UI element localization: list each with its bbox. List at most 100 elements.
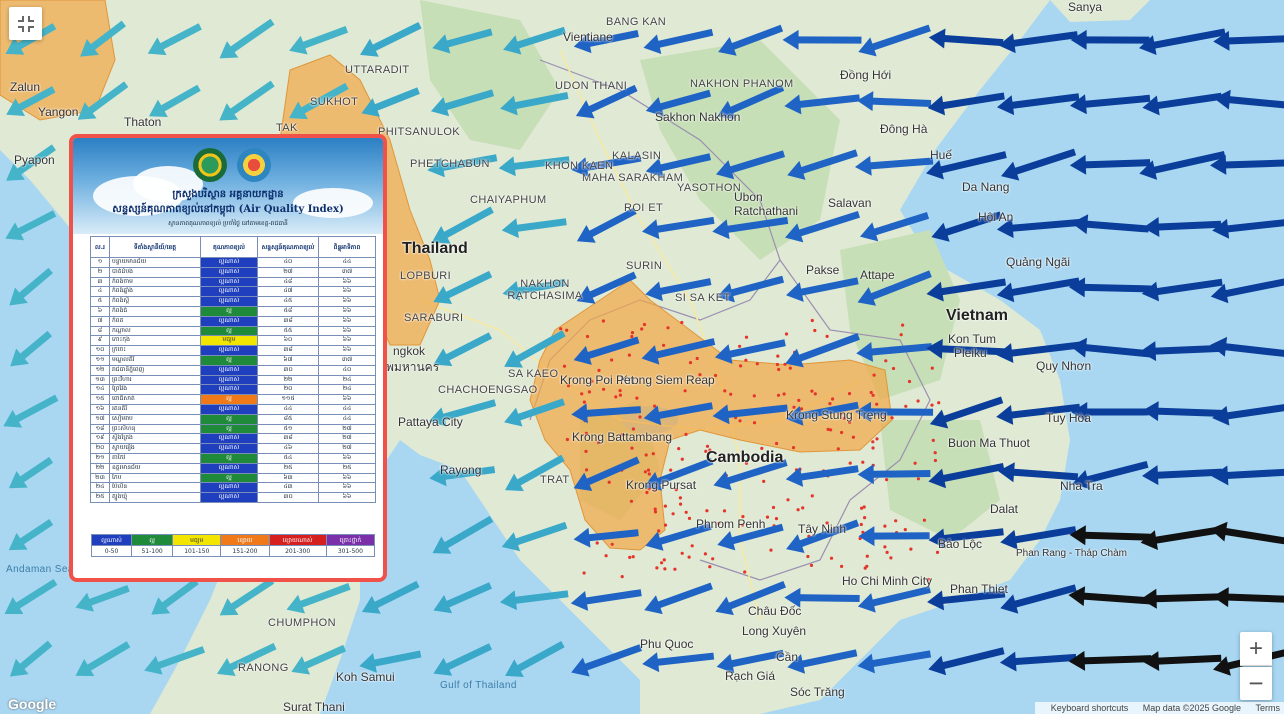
fire-hotspot-marker — [869, 390, 873, 395]
aqi-level-badge: ល្អណាស់ — [201, 444, 257, 453]
score-cell: ៦៦ — [318, 335, 376, 347]
fire-hotspot-marker — [744, 358, 748, 362]
aqi-value-cell: ៥៥ — [257, 325, 319, 337]
fire-hotspot-marker — [916, 399, 920, 403]
province-cell: កំពង់ធំ — [109, 305, 201, 317]
aqi-value-cell: ៣៨ — [257, 345, 319, 356]
terms-link[interactable]: Terms — [1256, 703, 1281, 713]
table-row: ១១ មណ្ឌលគិរី ល្អ ៦៧ ៣៧ — [90, 354, 376, 366]
panel-subtitle: ស្ថានភាពគុណភាពខ្យល់ ប្រចាំថ្ងៃ នៅតាមខេត្… — [168, 220, 288, 227]
table-row: ១បន្ទាយមានជ័យ ល្អណាស់ ៤០ ៤៤ — [90, 257, 376, 268]
city-label-attapeu: Attape — [860, 268, 895, 282]
fire-hotspot-marker — [673, 567, 677, 571]
aqi-level-cell: មធ្យម — [200, 335, 258, 347]
table-row: ១៩ ស្ទឹងត្រែង ល្អណាស់ ៣៨ ២៧ — [90, 433, 376, 445]
province-cell: មណ្ឌលគិរី — [109, 354, 201, 366]
city-label-pyapon: Pyapon — [14, 153, 55, 167]
city-label-chau-doc: Châu Đốc — [748, 604, 802, 618]
fire-hotspot-marker — [604, 554, 608, 558]
fire-hotspot-marker — [565, 328, 569, 332]
fire-hotspot-marker — [889, 556, 893, 560]
score-cell: ២៤ — [318, 384, 376, 396]
row-number-cell: ១២ — [90, 364, 110, 376]
column-header: ល.រ — [90, 236, 110, 258]
city-label-dalat: Dalat — [990, 502, 1019, 516]
city-label-phan-thiet: Phan Thiet — [950, 582, 1008, 596]
legend-swatch: ល្អណាស់ — [90, 534, 133, 546]
column-header: គុណភាពខ្យល់ — [200, 236, 258, 258]
legend-swatch-row: ល្អណាស់ ល្អ មធ្យម ខ្សោយ ខ្សោយណាស់ គ្រោះថ្នាក់ — [90, 534, 376, 546]
fullscreen-exit-button[interactable] — [9, 7, 42, 40]
aqi-level-cell: ល្អណាស់ — [200, 462, 258, 474]
score-cell: ២៧ — [318, 423, 376, 435]
aqi-level-cell: ល្អ — [200, 452, 258, 464]
city-label-can-tho: Cần — [776, 650, 799, 664]
fire-hotspot-marker — [777, 367, 781, 372]
province-cell: ស្វាយរៀង — [109, 443, 201, 454]
zoom-out-button[interactable]: − — [1240, 667, 1272, 700]
zoom-in-button[interactable]: + — [1240, 632, 1272, 666]
city-label-da-nang: Da Nang — [962, 180, 1010, 194]
row-number-cell: ១៩ — [90, 433, 110, 445]
fire-hotspot-marker — [872, 373, 876, 377]
fire-hotspot-marker — [937, 401, 941, 405]
row-number-cell: ៥ — [90, 296, 110, 307]
fire-hotspot-marker — [931, 438, 935, 442]
fire-hotspot-marker — [582, 571, 586, 575]
fire-hotspot-marker — [644, 453, 648, 457]
aqi-level-cell: ល្អ — [200, 423, 258, 435]
fire-hotspot-marker — [825, 334, 829, 338]
fire-hotspot-marker — [933, 451, 937, 455]
table-row: ១៨ ព្រះសីហនុ ល្អ ៥១ ២៧ — [90, 423, 376, 435]
fire-hotspot-marker — [782, 392, 786, 396]
table-row: ១៧ សៀមរាប ល្អ ៨៥ ៤៤ — [90, 413, 376, 425]
column-header: សន្ទស្សន៍គុណភាពខ្យល់ — [257, 236, 319, 258]
fire-hotspot-marker — [630, 334, 634, 339]
fire-hotspot-marker — [883, 545, 887, 549]
fire-hotspot-marker — [809, 563, 814, 568]
fire-hotspot-marker — [595, 541, 599, 545]
fire-hotspot-marker — [614, 395, 618, 399]
city-label-kon-tum: Kon Tum — [948, 332, 997, 346]
fire-hotspot-marker — [607, 480, 611, 484]
aqi-level-cell: ល្អ — [200, 472, 258, 484]
score-cell: ៤៤ — [318, 413, 376, 425]
fire-hotspot-marker — [663, 504, 668, 508]
aqi-level-badge: មធ្យម — [201, 336, 257, 345]
row-number-cell: ១៣ — [90, 374, 110, 386]
city-label-rach-gia: Rạch Giá — [725, 669, 776, 683]
place-label-yasothon: YASOTHON — [677, 182, 742, 194]
keyboard-shortcuts-link[interactable]: Keyboard shortcuts — [1051, 703, 1129, 713]
legend-swatch: ល្អ — [131, 534, 174, 546]
province-cell: សៀមរាប — [109, 413, 201, 425]
fire-hotspot-marker — [738, 344, 742, 348]
legend-swatch: ខ្សោយណាស់ — [268, 534, 327, 546]
score-cell: ៣៧ — [318, 354, 376, 366]
fire-hotspot-marker — [601, 319, 606, 323]
table-row: ៣កំពង់ចាម ល្អណាស់ ៤៨ ៦៦ — [90, 276, 376, 288]
aqi-level-cell: ល្អណាស់ — [200, 266, 258, 278]
aqi-value-cell: ៤៥ — [257, 296, 319, 307]
score-cell: ៦៦ — [318, 452, 376, 464]
aqi-info-panel[interactable]: ក្រសួងបរិស្ថាន អគ្គនាយកដ្ឋាន សន្ទស្សន៍គុ… — [69, 134, 387, 582]
city-label-sakhon: Sakhon Nakhon — [655, 110, 741, 124]
score-cell: ៦៦ — [318, 305, 376, 317]
fire-hotspot-marker — [774, 517, 779, 521]
province-cell: ត្បូងឃ្មុំ — [109, 492, 201, 503]
row-number-cell: ៩ — [90, 335, 110, 347]
score-cell: ២៥ — [318, 462, 376, 474]
fire-hotspot-marker — [810, 318, 814, 323]
row-number-cell: ២១ — [90, 452, 110, 464]
google-logo: Google — [8, 696, 57, 712]
fire-hotspot-marker — [875, 437, 879, 441]
department-logo — [237, 148, 271, 182]
fire-hotspot-marker — [738, 419, 742, 423]
aqi-level-badge: ល្អ — [201, 415, 257, 424]
city-label-battambang: Krong Battambang — [572, 430, 673, 444]
fire-hotspot-marker — [771, 505, 776, 510]
fire-hotspot-marker — [705, 509, 709, 513]
aqi-value-cell: ១១៥ — [257, 394, 319, 405]
aqi-level-badge: ល្អណាស់ — [201, 287, 257, 296]
aqi-level-badge: ល្អ — [201, 327, 257, 335]
table-row: ២០ ស្វាយរៀង ល្អណាស់ ៤៦ ២៧ — [90, 443, 376, 454]
